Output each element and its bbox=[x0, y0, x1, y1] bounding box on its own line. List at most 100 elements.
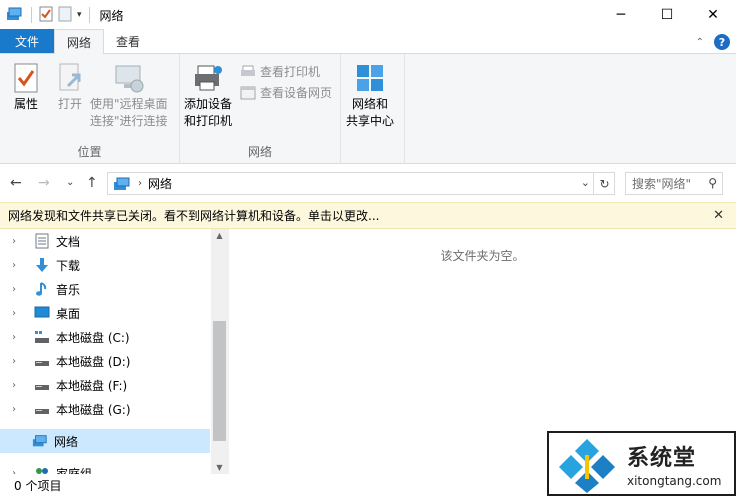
sharing-group: 网络和 共享中心 bbox=[341, 54, 405, 164]
nav-label: 文档 bbox=[56, 234, 81, 249]
homegroup-icon bbox=[34, 465, 50, 474]
item-count: 0 个项目 bbox=[14, 478, 62, 493]
nav-label: 本地磁盘 (C:) bbox=[56, 330, 130, 345]
address-bar[interactable]: › 网络 ⌄ ↻ bbox=[107, 172, 615, 195]
drive-icon bbox=[34, 377, 50, 393]
nav-label: 网络 bbox=[54, 434, 79, 449]
expand-chevron-icon[interactable]: › bbox=[12, 332, 26, 343]
network-icon bbox=[32, 433, 48, 449]
scroll-up-icon[interactable]: ▲ bbox=[211, 231, 228, 240]
sharing-center-button[interactable]: 网络和 共享中心 bbox=[346, 62, 394, 130]
expand-chevron-icon[interactable]: › bbox=[12, 380, 26, 391]
open-button[interactable]: 打开 bbox=[54, 62, 86, 113]
expand-chevron-icon[interactable]: › bbox=[12, 404, 26, 415]
scrollbar-thumb[interactable] bbox=[213, 321, 226, 441]
nav-label: 本地磁盘 (D:) bbox=[56, 354, 131, 369]
remote-desktop-label-2: 连接"进行连接 bbox=[90, 114, 168, 128]
search-icon[interactable]: ⚲ bbox=[708, 176, 717, 190]
tab-file[interactable]: 文件 bbox=[0, 29, 54, 53]
close-icon[interactable]: ✕ bbox=[713, 208, 724, 223]
open-label: 打开 bbox=[57, 97, 82, 111]
nav-label: 本地磁盘 (G:) bbox=[56, 402, 131, 417]
add-devices-button[interactable]: 添加设备 和打印机 bbox=[184, 62, 232, 130]
view-printers-button[interactable]: 查看打印机 bbox=[240, 63, 320, 80]
nav-item-homegroup[interactable]: › 家庭组 bbox=[0, 461, 210, 474]
download-icon bbox=[34, 257, 50, 273]
scroll-down-icon[interactable]: ▼ bbox=[211, 463, 228, 472]
nav-item-drive-c[interactable]: › 本地磁盘 (C:) bbox=[0, 325, 210, 349]
recent-locations-chevron-icon[interactable]: ⌄ bbox=[66, 177, 74, 188]
remote-desktop-label-1: 使用"远程桌面 bbox=[90, 97, 168, 111]
nav-item-drive-g[interactable]: › 本地磁盘 (G:) bbox=[0, 397, 210, 421]
remote-desktop-icon bbox=[115, 65, 144, 93]
toolbar-divider bbox=[88, 7, 90, 23]
expand-chevron-icon[interactable]: › bbox=[12, 308, 26, 319]
new-folder-quick-icon[interactable] bbox=[58, 6, 72, 25]
nav-label: 桌面 bbox=[56, 306, 81, 321]
maximize-button[interactable]: ☐ bbox=[644, 0, 690, 30]
nav-item-downloads[interactable]: › 下载 bbox=[0, 253, 210, 277]
network-discovery-infobar[interactable]: 网络发现和文件共享已关闭。看不到网络计算机和设备。单击以更改... ✕ bbox=[0, 202, 736, 229]
ribbon-tabs: 文件 网络 查看 ⌃ ? bbox=[0, 29, 736, 54]
nav-label: 音乐 bbox=[56, 282, 81, 297]
breadcrumb[interactable]: 网络 bbox=[148, 175, 172, 192]
breadcrumb-separator-icon[interactable]: › bbox=[138, 178, 142, 189]
location-group: 属性 打开 使用"远程桌面 连接"进行连接 位置 bbox=[0, 54, 180, 164]
tab-network[interactable]: 网络 bbox=[54, 29, 105, 54]
nav-item-music[interactable]: › 音乐 bbox=[0, 277, 210, 301]
refresh-icon[interactable]: ↻ bbox=[593, 172, 615, 195]
nav-item-network[interactable]: › 网络 bbox=[0, 429, 210, 453]
quick-access-toolbar: ▾ bbox=[0, 6, 92, 25]
empty-folder-message: 该文件夹为空。 bbox=[440, 249, 525, 263]
search-input[interactable]: 搜索"网络" ⚲ bbox=[625, 172, 723, 195]
remote-desktop-button[interactable]: 使用"远程桌面 连接"进行连接 bbox=[90, 62, 168, 130]
address-dropdown-icon[interactable]: ⌄ bbox=[581, 176, 590, 189]
title-bar: ▾ 网络 ─ ☐ ✕ bbox=[0, 0, 736, 30]
network-app-icon bbox=[6, 6, 24, 25]
chevron-down-icon[interactable]: ⌃ bbox=[696, 37, 704, 48]
expand-chevron-icon[interactable]: › bbox=[12, 284, 26, 295]
close-button[interactable]: ✕ bbox=[690, 0, 736, 30]
nav-item-drive-d[interactable]: › 本地磁盘 (D:) bbox=[0, 349, 210, 373]
properties-label: 属性 bbox=[13, 97, 38, 111]
expand-chevron-icon[interactable]: › bbox=[12, 356, 26, 367]
device-webpage-icon bbox=[240, 86, 256, 99]
tab-view[interactable]: 查看 bbox=[104, 29, 152, 53]
properties-button[interactable]: 属性 bbox=[10, 62, 42, 113]
help-icon[interactable]: ? bbox=[714, 34, 730, 50]
address-row: ← → ⌄ ↑ › 网络 ⌄ ↻ 搜索"网络" ⚲ bbox=[0, 164, 736, 202]
forward-arrow-icon[interactable]: → bbox=[38, 175, 50, 191]
brand-name: 系统堂 bbox=[627, 444, 697, 471]
search-placeholder: 搜索"网络" bbox=[632, 177, 692, 191]
nav-label: 下载 bbox=[56, 258, 81, 273]
up-arrow-icon[interactable]: ↑ bbox=[86, 175, 98, 191]
nav-item-drive-f[interactable]: › 本地磁盘 (F:) bbox=[0, 373, 210, 397]
add-devices-label-2: 和打印机 bbox=[184, 114, 233, 128]
system-drive-icon bbox=[34, 329, 50, 345]
view-device-webpage-button[interactable]: 查看设备网页 bbox=[240, 84, 332, 101]
properties-icon bbox=[14, 63, 38, 93]
nav-item-documents[interactable]: › 文档 bbox=[0, 229, 210, 253]
network-sharing-icon bbox=[357, 65, 383, 91]
back-arrow-icon[interactable]: ← bbox=[10, 175, 22, 191]
customize-toolbar-icon[interactable]: ▾ bbox=[77, 10, 82, 20]
view-printers-label: 查看打印机 bbox=[260, 65, 321, 79]
toolbar-divider bbox=[31, 7, 32, 23]
nav-item-desktop[interactable]: › 桌面 bbox=[0, 301, 210, 325]
drive-icon bbox=[34, 353, 50, 369]
expand-chevron-icon[interactable]: › bbox=[12, 260, 26, 271]
navigation-pane: › 文档 › 下载 › 音乐 › 桌面 › 本地磁盘 (C:) › 本地磁盘 (… bbox=[0, 229, 228, 474]
network-group: 添加设备 和打印机 查看打印机 查看设备网页 网络 bbox=[180, 54, 341, 164]
network-location-icon bbox=[114, 177, 130, 190]
expand-chevron-icon[interactable]: › bbox=[12, 236, 26, 247]
document-icon bbox=[34, 233, 50, 249]
infobar-message[interactable]: 网络发现和文件共享已关闭。看不到网络计算机和设备。单击以更改... bbox=[8, 207, 379, 224]
sharing-center-label-1: 网络和 bbox=[352, 97, 389, 111]
music-icon bbox=[34, 281, 50, 297]
nav-label: 家庭组 bbox=[56, 466, 93, 475]
printer-icon bbox=[195, 65, 222, 91]
nav-scrollbar[interactable]: ▲ ▼ bbox=[211, 229, 228, 474]
properties-quick-icon[interactable] bbox=[39, 6, 53, 25]
watermark-logo: 系统堂 xitongtang.com bbox=[547, 431, 736, 496]
minimize-button[interactable]: ─ bbox=[598, 0, 644, 30]
